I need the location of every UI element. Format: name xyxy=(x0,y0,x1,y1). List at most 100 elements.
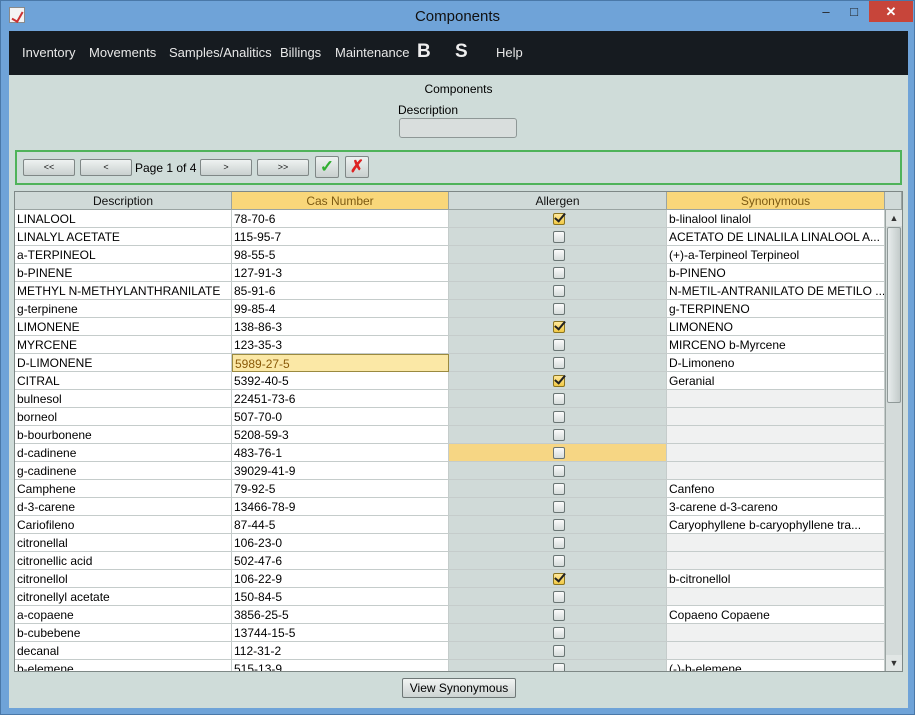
table-row[interactable]: b-bourbonene 5208-59-3 xyxy=(15,426,885,444)
table-row[interactable]: decanal 112-31-2 xyxy=(15,642,885,660)
first-page-button[interactable]: << xyxy=(23,159,75,176)
table-row[interactable]: Camphene 79-92-5 Canfeno xyxy=(15,480,885,498)
confirm-button[interactable]: ✓ xyxy=(315,156,339,178)
allergen-checkbox[interactable] xyxy=(552,429,565,441)
cell-synonymous[interactable]: b-PINENO xyxy=(667,264,885,282)
cell-cas-number[interactable]: 79-92-5 xyxy=(232,480,449,498)
menu-b-icon[interactable]: B xyxy=(417,41,431,63)
cell-cas-number[interactable]: 127-91-3 xyxy=(232,264,449,282)
cell-synonymous[interactable]: Geranial xyxy=(667,372,885,390)
table-row[interactable]: LIMONENE 138-86-3 LIMONENO xyxy=(15,318,885,336)
cell-description[interactable]: LINALOOL xyxy=(15,210,232,228)
table-row[interactable]: citronellol 106-22-9 b-citronellol xyxy=(15,570,885,588)
allergen-checkbox[interactable] xyxy=(552,465,565,477)
allergen-checkbox[interactable] xyxy=(552,303,565,315)
scroll-down-arrow-icon[interactable]: ▼ xyxy=(886,655,902,671)
cell-synonymous[interactable] xyxy=(667,534,885,552)
cell-synonymous[interactable]: 3-carene d-3-careno xyxy=(667,498,885,516)
description-filter-input[interactable] xyxy=(399,118,517,138)
cell-cas-number[interactable]: 123-35-3 xyxy=(232,336,449,354)
cell-synonymous[interactable] xyxy=(667,408,885,426)
view-synonymous-button[interactable]: View Synonymous xyxy=(402,678,516,698)
table-row[interactable]: citronellal 106-23-0 xyxy=(15,534,885,552)
allergen-checkbox[interactable] xyxy=(552,339,565,351)
cell-description[interactable]: b-cubebene xyxy=(15,624,232,642)
allergen-checkbox[interactable] xyxy=(552,267,565,279)
cell-description[interactable]: citronellic acid xyxy=(15,552,232,570)
allergen-checkbox[interactable] xyxy=(552,213,565,225)
cell-cas-number[interactable]: 507-70-0 xyxy=(232,408,449,426)
cell-synonymous[interactable]: Caryophyllene b-caryophyllene tra... xyxy=(667,516,885,534)
cell-synonymous[interactable]: b-linalool linalol xyxy=(667,210,885,228)
cell-description[interactable]: CITRAL xyxy=(15,372,232,390)
cell-description[interactable]: b-bourbonene xyxy=(15,426,232,444)
table-row[interactable]: g-terpinene 99-85-4 g-TERPINENO xyxy=(15,300,885,318)
cell-synonymous[interactable] xyxy=(667,426,885,444)
cell-description[interactable]: a-copaene xyxy=(15,606,232,624)
menu-billings[interactable]: Billings xyxy=(280,45,321,60)
menu-maintenance[interactable]: Maintenance xyxy=(335,45,409,60)
cell-synonymous[interactable]: ACETATO DE LINALILA LINALOOL A... xyxy=(667,228,885,246)
cell-cas-number[interactable]: 13466-78-9 xyxy=(232,498,449,516)
cell-cas-number[interactable]: 98-55-5 xyxy=(232,246,449,264)
table-row[interactable]: b-cubebene 13744-15-5 xyxy=(15,624,885,642)
cell-description[interactable]: decanal xyxy=(15,642,232,660)
cell-description[interactable]: LINALYL ACETATE xyxy=(15,228,232,246)
allergen-checkbox[interactable] xyxy=(552,627,565,639)
allergen-checkbox[interactable] xyxy=(552,231,565,243)
prev-page-button[interactable]: < xyxy=(80,159,132,176)
cell-synonymous[interactable]: (-)-b-elemene xyxy=(667,660,885,671)
cell-synonymous[interactable] xyxy=(667,390,885,408)
cell-cas-number[interactable]: 85-91-6 xyxy=(232,282,449,300)
minimize-button[interactable]: ‒ xyxy=(813,1,839,22)
cell-cas-number[interactable]: 3856-25-5 xyxy=(232,606,449,624)
allergen-checkbox[interactable] xyxy=(552,537,565,549)
cell-synonymous[interactable]: g-TERPINENO xyxy=(667,300,885,318)
cell-description[interactable]: Camphene xyxy=(15,480,232,498)
cell-cas-number[interactable]: 502-47-6 xyxy=(232,552,449,570)
cell-cas-number[interactable]: 39029-41-9 xyxy=(232,462,449,480)
col-header-allergen[interactable]: Allergen xyxy=(449,192,667,210)
cell-synonymous[interactable] xyxy=(667,642,885,660)
allergen-checkbox[interactable] xyxy=(552,519,565,531)
allergen-checkbox[interactable] xyxy=(552,573,565,585)
scroll-up-arrow-icon[interactable]: ▲ xyxy=(886,210,902,226)
cell-synonymous[interactable] xyxy=(667,444,885,462)
last-page-button[interactable]: >> xyxy=(257,159,309,176)
cell-cas-number[interactable]: 112-31-2 xyxy=(232,642,449,660)
cell-synonymous[interactable]: N-METIL-ANTRANILATO DE METILO ... xyxy=(667,282,885,300)
col-header-synonymous[interactable]: Synonymous xyxy=(667,192,885,210)
next-page-button[interactable]: > xyxy=(200,159,252,176)
cell-description[interactable]: MYRCENE xyxy=(15,336,232,354)
cell-cas-number[interactable]: 5989-27-5 xyxy=(232,354,449,372)
cell-cas-number[interactable]: 87-44-5 xyxy=(232,516,449,534)
cell-description[interactable]: bulnesol xyxy=(15,390,232,408)
cell-cas-number[interactable]: 138-86-3 xyxy=(232,318,449,336)
allergen-checkbox[interactable] xyxy=(552,645,565,657)
allergen-checkbox[interactable] xyxy=(552,501,565,513)
vertical-scrollbar[interactable]: ▲ ▼ xyxy=(885,210,902,671)
cell-synonymous[interactable]: MIRCENO b-Myrcene xyxy=(667,336,885,354)
allergen-checkbox[interactable] xyxy=(552,447,565,459)
cell-cas-number[interactable]: 99-85-4 xyxy=(232,300,449,318)
cell-synonymous[interactable]: Canfeno xyxy=(667,480,885,498)
cell-description[interactable]: LIMONENE xyxy=(15,318,232,336)
table-row[interactable]: bulnesol 22451-73-6 xyxy=(15,390,885,408)
table-row[interactable]: MYRCENE 123-35-3 MIRCENO b-Myrcene xyxy=(15,336,885,354)
menu-s-icon[interactable]: S xyxy=(455,41,468,63)
cell-synonymous[interactable]: D-Limoneno xyxy=(667,354,885,372)
menu-help[interactable]: Help xyxy=(496,45,523,60)
menu-movements[interactable]: Movements xyxy=(89,45,156,60)
scroll-thumb[interactable] xyxy=(887,227,901,403)
allergen-checkbox[interactable] xyxy=(552,483,565,495)
cell-description[interactable]: borneol xyxy=(15,408,232,426)
cell-description[interactable]: METHYL N-METHYLANTHRANILATE xyxy=(15,282,232,300)
table-row[interactable]: a-copaene 3856-25-5 Copaeno Copaene xyxy=(15,606,885,624)
table-row[interactable]: LINALOOL 78-70-6 b-linalool linalol xyxy=(15,210,885,228)
cell-synonymous[interactable]: (+)-a-Terpineol Terpineol xyxy=(667,246,885,264)
table-row[interactable]: LINALYL ACETATE 115-95-7 ACETATO DE LINALI… xyxy=(15,228,885,246)
close-button[interactable]: ✕ xyxy=(869,1,913,22)
cell-description[interactable]: citronellal xyxy=(15,534,232,552)
table-row[interactable]: Cariofileno 87-44-5 Caryophyllene b-caryop… xyxy=(15,516,885,534)
allergen-checkbox[interactable] xyxy=(552,411,565,423)
